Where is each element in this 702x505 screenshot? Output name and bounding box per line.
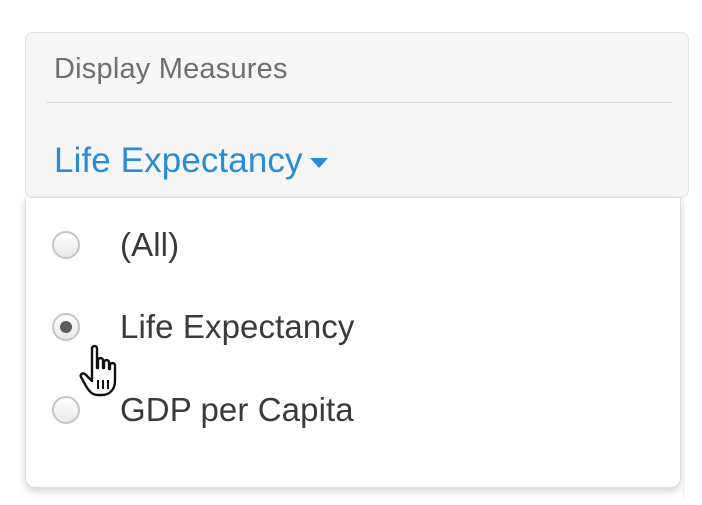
filter-title: Display Measures [54,53,288,85]
option-gdp-per-capita[interactable]: GDP per Capita [52,391,354,429]
page: Display Measures Life Expectancy (All) L… [0,0,702,505]
display-measures-filter-card: Display Measures Life Expectancy [25,32,689,198]
option-all-label: (All) [120,226,180,263]
radio-all[interactable] [52,231,80,259]
selected-measure-label: Life Expectancy [54,141,303,180]
title-divider [46,102,672,103]
measure-dropdown-trigger[interactable]: Life Expectancy [54,141,328,181]
option-gdp-per-capita-label: GDP per Capita [120,391,354,428]
page-edge [683,198,684,498]
radio-life-expectancy[interactable] [52,313,80,341]
radio-gdp-per-capita[interactable] [52,396,80,424]
option-all[interactable]: (All) [52,226,179,264]
option-life-expectancy-label: Life Expectancy [120,308,355,345]
caret-down-icon [309,157,328,168]
option-life-expectancy[interactable]: Life Expectancy [52,308,354,346]
measure-dropdown-menu: (All) Life Expectancy GDP per Capita [25,198,681,488]
